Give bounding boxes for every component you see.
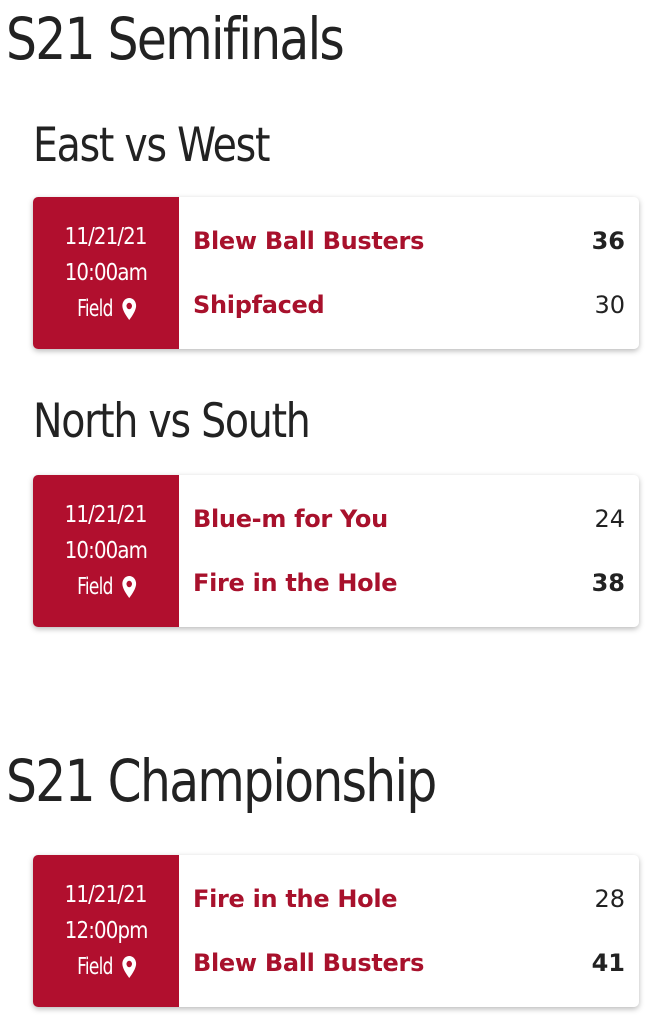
game-heading-north-vs-south: North vs South	[33, 394, 311, 449]
team-score: 30	[594, 291, 625, 319]
game-card: 11/21/21 10:00am Field Blue-m for You 24…	[33, 475, 639, 627]
team-name-link[interactable]: Blue-m for You	[193, 505, 388, 533]
section-title-championship: S21 Championship	[6, 747, 437, 815]
team-row: Fire in the Hole 28	[193, 867, 625, 931]
team-name-link[interactable]: Fire in the Hole	[193, 885, 398, 913]
game-time: 12:00pm	[64, 917, 149, 944]
team-name-link[interactable]: Fire in the Hole	[193, 569, 398, 597]
team-row: Fire in the Hole 38	[193, 551, 625, 615]
map-pin-icon	[122, 298, 137, 321]
section-title-semifinals: S21 Semifinals	[6, 5, 345, 73]
team-name-link[interactable]: Blew Ball Busters	[193, 227, 424, 255]
team-score: 41	[591, 949, 625, 977]
location-label: Field	[77, 296, 113, 323]
team-row: Blew Ball Busters 36	[193, 209, 625, 273]
team-score: 28	[594, 885, 625, 913]
location-link[interactable]: Field	[74, 949, 138, 985]
game-time-panel: 11/21/21 10:00am Field	[33, 475, 179, 627]
location-link[interactable]: Field	[74, 291, 138, 327]
team-name-link[interactable]: Shipfaced	[193, 291, 325, 319]
team-name-link[interactable]: Blew Ball Busters	[193, 949, 424, 977]
game-time-panel: 11/21/21 10:00am Field	[33, 197, 179, 349]
team-score: 24	[594, 505, 625, 533]
team-score: 36	[591, 227, 625, 255]
map-pin-icon	[122, 576, 137, 599]
game-heading-east-vs-west: East vs West	[33, 118, 270, 173]
game-date: 11/21/21	[65, 881, 148, 908]
game-date: 11/21/21	[65, 501, 148, 528]
game-card: 11/21/21 10:00am Field Blew Ball Busters…	[33, 197, 639, 349]
location-link[interactable]: Field	[74, 569, 138, 605]
location-label: Field	[77, 574, 113, 601]
team-score: 38	[591, 569, 625, 597]
team-row: Shipfaced 30	[193, 273, 625, 337]
map-pin-icon	[122, 956, 137, 979]
team-row: Blew Ball Busters 41	[193, 931, 625, 995]
team-row: Blue-m for You 24	[193, 487, 625, 551]
game-time-panel: 11/21/21 12:00pm Field	[33, 855, 179, 1007]
game-date: 11/21/21	[65, 223, 148, 250]
location-label: Field	[77, 954, 113, 981]
teams-list: Blue-m for You 24 Fire in the Hole 38	[179, 475, 639, 627]
teams-list: Blew Ball Busters 36 Shipfaced 30	[179, 197, 639, 349]
teams-list: Fire in the Hole 28 Blew Ball Busters 41	[179, 855, 639, 1007]
game-card: 11/21/21 12:00pm Field Fire in the Hole …	[33, 855, 639, 1007]
game-time: 10:00am	[64, 259, 148, 286]
game-time: 10:00am	[64, 537, 148, 564]
